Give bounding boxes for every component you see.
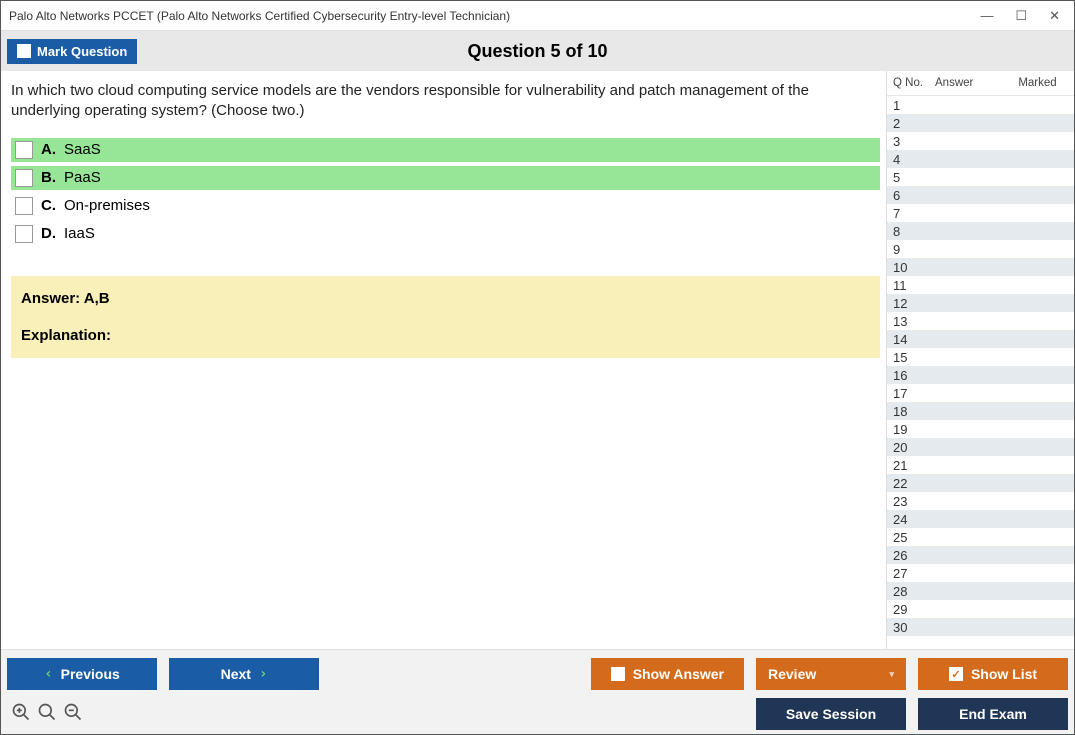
zoom-reset-icon[interactable]	[37, 702, 57, 727]
option-row[interactable]: A. SaaS	[11, 138, 880, 162]
list-item[interactable]: 22	[887, 474, 1074, 492]
col-header-answer: Answer	[935, 77, 1005, 89]
option-text: On-premises	[64, 197, 150, 214]
footer-row-1: ‹ Previous Next › Show Answer Review ▾ ✓…	[7, 658, 1068, 690]
list-item[interactable]: 8	[887, 222, 1074, 240]
main-area: In which two cloud computing service mod…	[1, 71, 1074, 649]
list-item[interactable]: 5	[887, 168, 1074, 186]
chevron-right-icon: ›	[259, 666, 267, 682]
option-row[interactable]: C. On-premises	[11, 194, 880, 218]
previous-label: Previous	[61, 666, 120, 682]
save-session-label: Save Session	[786, 706, 876, 722]
list-item[interactable]: 25	[887, 528, 1074, 546]
zoom-in-icon[interactable]	[11, 702, 31, 727]
list-item[interactable]: 16	[887, 366, 1074, 384]
answer-line: Answer: A,B	[21, 290, 870, 307]
show-answer-button[interactable]: Show Answer	[591, 658, 744, 690]
list-item[interactable]: 11	[887, 276, 1074, 294]
option-letter: B.	[41, 169, 56, 186]
next-label: Next	[221, 666, 251, 682]
window-controls: — ☐ ✕	[980, 8, 1066, 24]
option-letter: C.	[41, 197, 56, 214]
question-list[interactable]: 1234567891011121314151617181920212223242…	[887, 96, 1074, 649]
option-letter: D.	[41, 225, 56, 242]
list-item[interactable]: 4	[887, 150, 1074, 168]
mark-checkbox-icon	[17, 44, 31, 58]
app-window: Palo Alto Networks PCCET (Palo Alto Netw…	[0, 0, 1075, 735]
next-button[interactable]: Next ›	[169, 658, 319, 690]
checkbox-checked-icon: ✓	[949, 667, 963, 681]
save-session-button[interactable]: Save Session	[756, 698, 906, 730]
option-checkbox[interactable]	[15, 169, 33, 187]
previous-button[interactable]: ‹ Previous	[7, 658, 157, 690]
list-item[interactable]: 15	[887, 348, 1074, 366]
list-item[interactable]: 30	[887, 618, 1074, 636]
review-label: Review	[768, 666, 816, 682]
titlebar: Palo Alto Networks PCCET (Palo Alto Netw…	[1, 1, 1074, 31]
explanation-line: Explanation:	[21, 327, 870, 344]
question-area: In which two cloud computing service mod…	[1, 71, 886, 649]
show-list-label: Show List	[971, 666, 1037, 682]
col-header-qno: Q No.	[893, 77, 935, 89]
list-item[interactable]: 2	[887, 114, 1074, 132]
list-item[interactable]: 7	[887, 204, 1074, 222]
window-title: Palo Alto Networks PCCET (Palo Alto Netw…	[9, 9, 510, 23]
review-button[interactable]: Review ▾	[756, 658, 906, 690]
end-exam-button[interactable]: End Exam	[918, 698, 1068, 730]
option-text: SaaS	[64, 141, 101, 158]
close-icon[interactable]: ✕	[1049, 8, 1060, 24]
list-item[interactable]: 3	[887, 132, 1074, 150]
list-item[interactable]: 6	[887, 186, 1074, 204]
list-item[interactable]: 10	[887, 258, 1074, 276]
option-checkbox[interactable]	[15, 225, 33, 243]
list-item[interactable]: 9	[887, 240, 1074, 258]
list-item[interactable]: 23	[887, 492, 1074, 510]
header-bar: Mark Question Question 5 of 10	[1, 31, 1074, 71]
option-row[interactable]: D. IaaS	[11, 222, 880, 246]
zoom-out-icon[interactable]	[63, 702, 83, 727]
list-item[interactable]: 17	[887, 384, 1074, 402]
option-row[interactable]: B. PaaS	[11, 166, 880, 190]
list-item[interactable]: 13	[887, 312, 1074, 330]
zoom-controls	[7, 702, 83, 727]
option-checkbox[interactable]	[15, 197, 33, 215]
option-text: PaaS	[64, 169, 101, 186]
list-item[interactable]: 12	[887, 294, 1074, 312]
options-list: A. SaaS B. PaaS C. On-premises D. IaaS	[11, 138, 880, 246]
list-item[interactable]: 20	[887, 438, 1074, 456]
question-counter: Question 5 of 10	[1, 41, 1074, 62]
show-answer-label: Show Answer	[633, 666, 724, 682]
answer-panel: Answer: A,B Explanation:	[11, 276, 880, 358]
list-item[interactable]: 27	[887, 564, 1074, 582]
list-item[interactable]: 28	[887, 582, 1074, 600]
option-letter: A.	[41, 141, 56, 158]
chevron-left-icon: ‹	[44, 666, 52, 682]
list-item[interactable]: 19	[887, 420, 1074, 438]
show-list-button[interactable]: ✓ Show List	[918, 658, 1068, 690]
option-text: IaaS	[64, 225, 95, 242]
list-item[interactable]: 26	[887, 546, 1074, 564]
list-item[interactable]: 21	[887, 456, 1074, 474]
maximize-icon[interactable]: ☐	[1015, 8, 1027, 24]
checkbox-icon	[611, 667, 625, 681]
minimize-icon[interactable]: —	[980, 8, 993, 23]
caret-down-icon: ▾	[889, 669, 894, 680]
question-list-panel: Q No. Answer Marked 12345678910111213141…	[886, 71, 1074, 649]
question-text: In which two cloud computing service mod…	[11, 81, 861, 122]
list-header: Q No. Answer Marked	[887, 71, 1074, 96]
mark-question-button[interactable]: Mark Question	[7, 39, 137, 64]
footer: ‹ Previous Next › Show Answer Review ▾ ✓…	[1, 649, 1074, 734]
list-item[interactable]: 1	[887, 96, 1074, 114]
list-item[interactable]: 14	[887, 330, 1074, 348]
col-header-marked: Marked	[1005, 77, 1070, 89]
list-item[interactable]: 18	[887, 402, 1074, 420]
list-item[interactable]: 24	[887, 510, 1074, 528]
list-item[interactable]: 29	[887, 600, 1074, 618]
end-exam-label: End Exam	[959, 706, 1027, 722]
option-checkbox[interactable]	[15, 141, 33, 159]
mark-label: Mark Question	[37, 44, 127, 59]
footer-row-2: Save Session End Exam	[7, 698, 1068, 730]
